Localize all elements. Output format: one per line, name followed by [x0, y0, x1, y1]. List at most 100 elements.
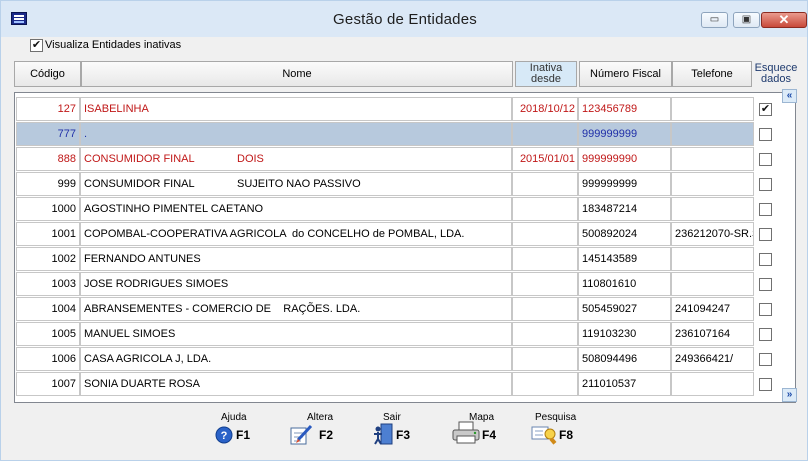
cell-inactive-since[interactable]: [512, 297, 578, 321]
forget-data-checkbox[interactable]: [759, 278, 772, 291]
cell-nif[interactable]: 505459027: [578, 297, 671, 321]
table-row[interactable]: 1003 JOSE RODRIGUES SIMOES 110801610: [15, 272, 795, 296]
table-row[interactable]: 999 CONSUMIDOR FINAL SUJEITO NAO PASSIVO 9…: [15, 172, 795, 196]
cell-phone[interactable]: [671, 172, 754, 196]
cell-phone[interactable]: [671, 272, 754, 296]
scroll-down-button[interactable]: »: [782, 388, 797, 402]
cell-name[interactable]: FERNANDO ANTUNES: [80, 247, 512, 271]
cell-code[interactable]: 1003: [16, 272, 80, 296]
cell-nif[interactable]: 508094496: [578, 347, 671, 371]
column-header-name[interactable]: Nome: [81, 61, 513, 87]
cell-name[interactable]: MANUEL SIMOES: [80, 322, 512, 346]
cell-name[interactable]: AGOSTINHO PIMENTEL CAETANO: [80, 197, 512, 221]
cell-nif[interactable]: 999999990: [578, 147, 671, 171]
title-bar[interactable]: Gestão de Entidades ▭ ▣ ✕: [1, 1, 807, 37]
maximize-button[interactable]: ▣: [733, 12, 760, 28]
cell-code[interactable]: 1001: [16, 222, 80, 246]
cell-name[interactable]: JOSE RODRIGUES SIMOES: [80, 272, 512, 296]
table-row[interactable]: 1005 MANUEL SIMOES 119103230 236107164: [15, 322, 795, 346]
help-button[interactable]: Ajuda ? F1: [215, 412, 255, 446]
forget-data-checkbox[interactable]: [759, 128, 772, 141]
forget-data-checkbox[interactable]: [759, 228, 772, 241]
cell-inactive-since[interactable]: [512, 247, 578, 271]
cell-phone[interactable]: [671, 247, 754, 271]
cell-inactive-since[interactable]: [512, 122, 578, 146]
cell-name[interactable]: CASA AGRICOLA J, LDA.: [80, 347, 512, 371]
cell-code[interactable]: 1000: [16, 197, 80, 221]
search-button[interactable]: Pesquisa F8: [531, 412, 581, 446]
cell-inactive-since[interactable]: 2018/10/12: [512, 97, 578, 121]
table-row[interactable]: 888 CONSUMIDOR FINAL DOIS 2015/01/01 999999…: [15, 147, 795, 171]
column-header-phone[interactable]: Telefone: [672, 61, 752, 87]
cell-name[interactable]: .: [80, 122, 512, 146]
cell-phone[interactable]: 236212070-SR.S: [671, 222, 754, 246]
edit-button[interactable]: Altera F2: [289, 412, 337, 446]
column-header-forget[interactable]: Esquece dados: [752, 63, 800, 89]
forget-data-checkbox[interactable]: [759, 378, 772, 391]
cell-nif[interactable]: 123456789: [578, 97, 671, 121]
cell-inactive-since[interactable]: [512, 372, 578, 396]
cell-name[interactable]: SONIA DUARTE ROSA: [80, 372, 512, 396]
column-header-inactive[interactable]: Inativa desde: [515, 61, 577, 87]
table-row[interactable]: 1002 FERNANDO ANTUNES 145143589: [15, 247, 795, 271]
cell-nif[interactable]: 110801610: [578, 272, 671, 296]
cell-inactive-since[interactable]: [512, 322, 578, 346]
table-row[interactable]: 1001 COPOMBAL-COOPERATIVA AGRICOLA do CON…: [15, 222, 795, 246]
cell-code[interactable]: 1006: [16, 347, 80, 371]
close-button[interactable]: ✕: [761, 12, 807, 28]
report-button[interactable]: Mapa F4: [451, 412, 497, 446]
cell-nif[interactable]: 999999999: [578, 172, 671, 196]
forget-data-checkbox[interactable]: [759, 353, 772, 366]
table-row[interactable]: 777. 999999999: [15, 122, 795, 146]
cell-inactive-since[interactable]: [512, 222, 578, 246]
forget-data-checkbox[interactable]: [759, 253, 772, 266]
cell-phone[interactable]: [671, 97, 754, 121]
cell-code[interactable]: 1005: [16, 322, 80, 346]
cell-code[interactable]: 1007: [16, 372, 80, 396]
forget-data-checkbox[interactable]: [759, 203, 772, 216]
cell-name[interactable]: ISABELINHA: [80, 97, 512, 121]
cell-nif[interactable]: 145143589: [578, 247, 671, 271]
forget-data-checkbox[interactable]: [759, 328, 772, 341]
cell-nif[interactable]: 211010537: [578, 372, 671, 396]
cell-phone[interactable]: 241094247: [671, 297, 754, 321]
cell-name[interactable]: ABRANSEMENTES - COMERCIO DE RAÇÕES. LDA.: [80, 297, 512, 321]
exit-button[interactable]: Sair F3: [373, 412, 415, 446]
table-row[interactable]: 1007 SONIA DUARTE ROSA 211010537: [15, 372, 795, 396]
column-header-code[interactable]: Código: [14, 61, 81, 87]
cell-phone[interactable]: 236107164: [671, 322, 754, 346]
cell-inactive-since[interactable]: [512, 172, 578, 196]
forget-data-checkbox[interactable]: ✔: [759, 103, 772, 116]
cell-nif[interactable]: 119103230: [578, 322, 671, 346]
column-header-nif[interactable]: Número Fiscal: [579, 61, 672, 87]
cell-nif[interactable]: 183487214: [578, 197, 671, 221]
show-inactive-checkbox[interactable]: ✔: [30, 39, 43, 52]
cell-phone[interactable]: [671, 197, 754, 221]
cell-name[interactable]: CONSUMIDOR FINAL DOIS: [80, 147, 512, 171]
cell-inactive-since[interactable]: [512, 197, 578, 221]
cell-nif[interactable]: 999999999: [578, 122, 671, 146]
forget-data-checkbox[interactable]: [759, 178, 772, 191]
cell-inactive-since[interactable]: [512, 347, 578, 371]
cell-code[interactable]: 888: [16, 147, 80, 171]
cell-phone[interactable]: [671, 147, 754, 171]
table-row[interactable]: 1004 ABRANSEMENTES - COMERCIO DE RAÇÕES. …: [15, 297, 795, 321]
table-row[interactable]: 1006 CASA AGRICOLA J, LDA. 508094496 249366…: [15, 347, 795, 371]
cell-inactive-since[interactable]: [512, 272, 578, 296]
cell-name[interactable]: COPOMBAL-COOPERATIVA AGRICOLA do CONCELH…: [80, 222, 512, 246]
cell-name[interactable]: CONSUMIDOR FINAL SUJEITO NAO PASSIVO: [80, 172, 512, 196]
forget-data-checkbox[interactable]: [759, 303, 772, 316]
cell-nif[interactable]: 500892024: [578, 222, 671, 246]
cell-code[interactable]: 127: [16, 97, 80, 121]
cell-inactive-since[interactable]: 2015/01/01: [512, 147, 578, 171]
minimize-button[interactable]: ▭: [701, 12, 728, 28]
cell-phone[interactable]: [671, 372, 754, 396]
table-row[interactable]: 1000 AGOSTINHO PIMENTEL CAETANO 183487214: [15, 197, 795, 221]
cell-phone[interactable]: 249366421/: [671, 347, 754, 371]
forget-data-checkbox[interactable]: [759, 153, 772, 166]
cell-code[interactable]: 1004: [16, 297, 80, 321]
cell-phone[interactable]: [671, 122, 754, 146]
table-row[interactable]: 127 ISABELINHA 2018/10/12 123456789 ✔: [15, 97, 795, 121]
scroll-up-button[interactable]: «: [782, 89, 797, 103]
cell-code[interactable]: 777: [16, 122, 80, 146]
